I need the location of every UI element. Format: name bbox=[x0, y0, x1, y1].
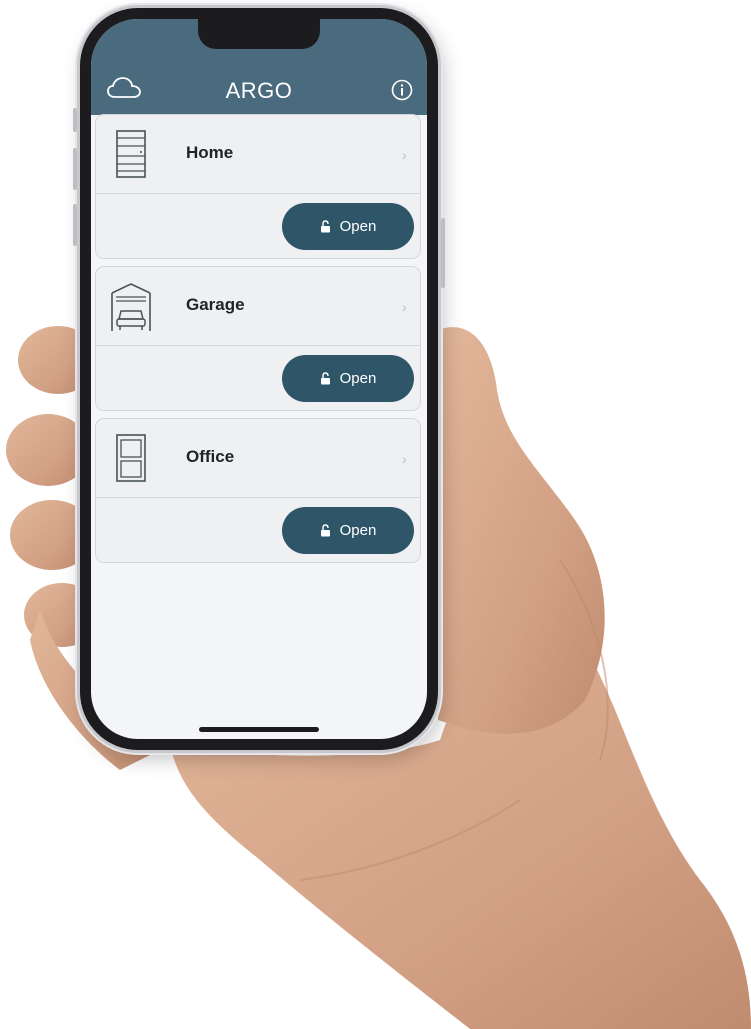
app-screen: ARGO Home › Open Garage › Open Office › … bbox=[91, 19, 427, 739]
lock-icon bbox=[320, 372, 330, 385]
lock-icon bbox=[320, 524, 330, 537]
chevron-right-icon: › bbox=[402, 299, 407, 315]
door-icon bbox=[116, 130, 146, 178]
door-card-garage: Garage › Open bbox=[95, 266, 421, 411]
open-button[interactable]: Open bbox=[282, 355, 414, 402]
door-name: Home bbox=[186, 143, 234, 162]
phone: ARGO Home › Open Garage › Open Office › … bbox=[73, 8, 445, 750]
garage-icon bbox=[111, 283, 151, 331]
open-button-label: Open bbox=[339, 370, 377, 387]
door-name: Garage bbox=[186, 295, 245, 314]
app-title: ARGO bbox=[225, 78, 293, 103]
home-indicator[interactable] bbox=[199, 727, 319, 732]
door-name: Office bbox=[186, 447, 235, 466]
volume-button bbox=[73, 148, 77, 190]
power-button bbox=[441, 218, 445, 288]
door-row-home[interactable]: Home › bbox=[96, 115, 420, 194]
mute-switch bbox=[73, 108, 77, 132]
chevron-right-icon: › bbox=[402, 451, 407, 467]
door-card-office: Office › Open bbox=[95, 418, 421, 563]
open-button[interactable]: Open bbox=[282, 203, 414, 250]
open-button-label: Open bbox=[339, 218, 377, 235]
open-button[interactable]: Open bbox=[282, 507, 414, 554]
volume-button bbox=[73, 204, 77, 246]
office-door-icon bbox=[116, 434, 146, 482]
chevron-right-icon: › bbox=[402, 147, 407, 163]
open-button-label: Open bbox=[339, 522, 377, 539]
lock-icon bbox=[320, 220, 330, 233]
door-card-home: Home › Open bbox=[95, 114, 421, 259]
info-icon[interactable] bbox=[391, 79, 413, 101]
notch bbox=[198, 19, 320, 49]
door-row-garage[interactable]: Garage › bbox=[96, 267, 420, 346]
door-row-office[interactable]: Office › bbox=[96, 419, 420, 498]
